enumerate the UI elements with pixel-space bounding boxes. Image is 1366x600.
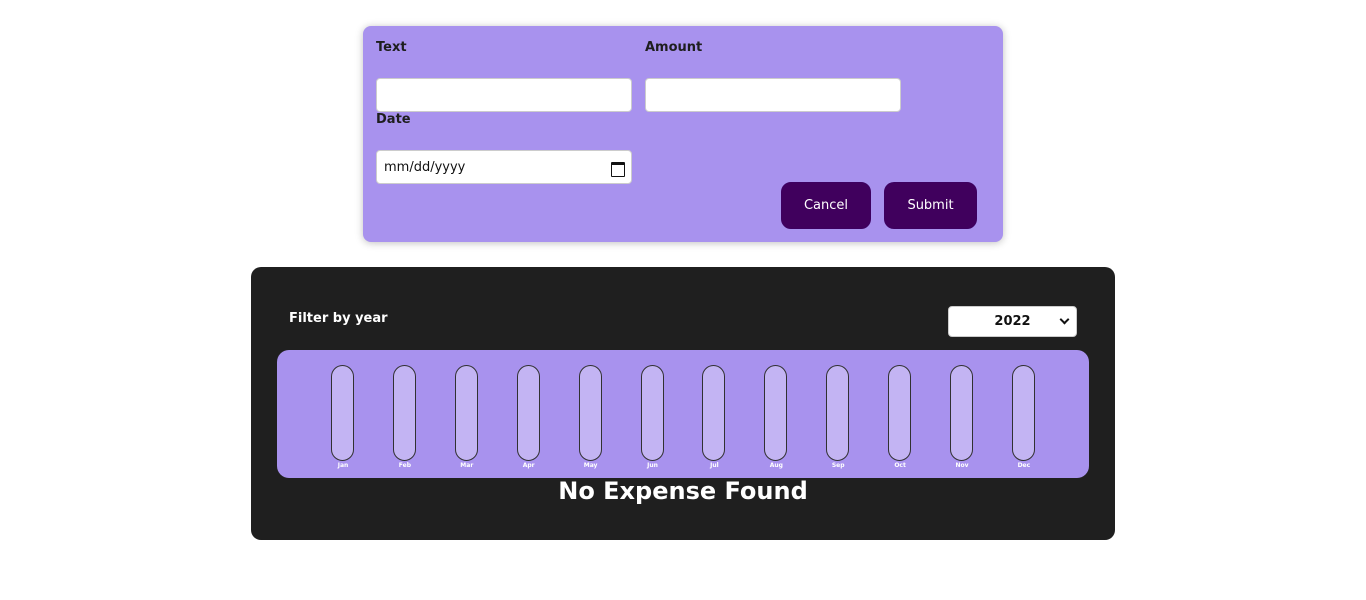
- chart-bar-aug: Aug: [764, 365, 788, 477]
- chart-bar-jun: Jun: [640, 365, 665, 477]
- year-select-value: 2022: [994, 314, 1031, 329]
- date-field-label: Date: [376, 112, 411, 127]
- chart-bar-label: Nov: [955, 462, 969, 469]
- chart-bar-track: [640, 365, 664, 461]
- chart-bar-track: [826, 365, 850, 461]
- chart-bar-track: [764, 365, 788, 461]
- chart-bar-label: Dec: [1017, 462, 1031, 469]
- no-expense-message: No Expense Found: [558, 477, 808, 505]
- chart-bar-sep: Sep: [826, 365, 850, 477]
- date-placeholder: mm/dd/yyyy: [384, 159, 466, 175]
- chart-bar-track: [888, 365, 912, 461]
- amount-field-group: Amount: [645, 40, 901, 112]
- chart-bar-label: Jan: [337, 462, 349, 469]
- amount-input[interactable]: [645, 78, 901, 112]
- chart-bar-mar: Mar: [454, 365, 479, 477]
- chart-bar-track: [331, 365, 354, 461]
- chart-bar-track: [516, 365, 540, 461]
- text-field-group: Text: [376, 40, 632, 112]
- chart-bar-label: Oct: [894, 462, 906, 469]
- chart-bar-apr: Apr: [516, 365, 541, 477]
- chart-bar-nov: Nov: [950, 365, 974, 477]
- chart-bar-track: [392, 365, 416, 461]
- chart-bar-track: [702, 365, 726, 461]
- expenses-panel: Filter by year 2022 Jan Feb Mar Apr May Jun Ju…: [251, 267, 1115, 540]
- chart-bar-may: May: [578, 365, 603, 477]
- chart-bar-jul: Jul: [702, 365, 726, 477]
- chart-bar-label: May: [583, 462, 598, 469]
- chart-bar-label: Feb: [398, 462, 411, 469]
- chart-bar-label: Sep: [831, 462, 845, 469]
- filter-by-year-label: Filter by year: [289, 311, 388, 326]
- cancel-button[interactable]: Cancel: [781, 182, 871, 229]
- chevron-down-icon: [1059, 314, 1070, 325]
- chart-bar-label: Jun: [647, 462, 658, 469]
- chart-bar-label: Aug: [769, 462, 783, 469]
- chart-bar-jan: Jan: [331, 365, 355, 477]
- chart-bar-label: Mar: [460, 462, 474, 469]
- new-expense-form: Text Amount Date mm/dd/yyyy Cancel Submi…: [363, 26, 1003, 242]
- amount-field-label: Amount: [645, 40, 703, 55]
- chart-bar-feb: Feb: [392, 365, 417, 477]
- text-field-label: Text: [376, 40, 407, 55]
- chart-bar-oct: Oct: [888, 365, 912, 477]
- chart-bar-track: [454, 365, 478, 461]
- chart-bar-track: [950, 365, 973, 461]
- year-select[interactable]: 2022: [948, 306, 1077, 337]
- chart-bar-track: [578, 365, 602, 461]
- submit-button[interactable]: Submit: [884, 182, 977, 229]
- date-field-group: Date mm/dd/yyyy: [376, 112, 632, 184]
- text-input[interactable]: [376, 78, 632, 112]
- calendar-icon[interactable]: [610, 160, 625, 177]
- chart-bar-label: Apr: [522, 462, 535, 469]
- chart-bar-label: Jul: [710, 462, 719, 469]
- expenses-chart: Jan Feb Mar Apr May Jun Jul Aug Sep Oct Nov Dec: [277, 350, 1089, 478]
- chart-bar-dec: Dec: [1011, 365, 1036, 477]
- chart-bar-track: [1011, 365, 1035, 461]
- date-input[interactable]: mm/dd/yyyy: [376, 150, 632, 184]
